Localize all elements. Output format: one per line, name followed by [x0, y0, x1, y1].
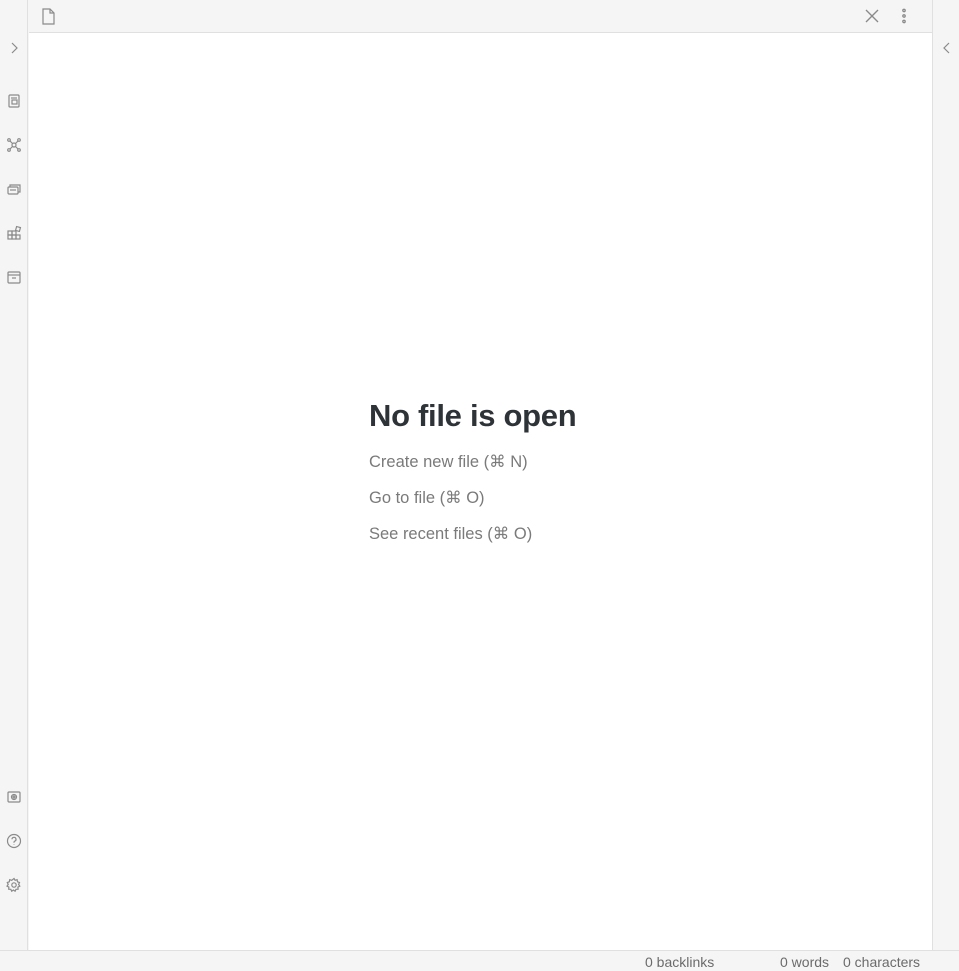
go-to-file-link[interactable]: Go to file (⌘ O) — [369, 480, 576, 516]
word-count: 0 words — [780, 954, 830, 970]
file-icon — [39, 6, 57, 26]
left-ribbon — [0, 0, 28, 950]
right-sidebar-strip — [932, 0, 959, 950]
backlinks-count[interactable]: 0 backlinks — [645, 954, 714, 970]
expand-right-sidebar-icon[interactable] — [938, 38, 956, 58]
kanban-icon[interactable] — [4, 223, 24, 243]
expand-sidebar-icon[interactable] — [4, 38, 24, 58]
settings-icon[interactable] — [4, 875, 24, 895]
pane-header — [29, 0, 932, 33]
close-icon[interactable] — [862, 6, 882, 26]
calendar-icon[interactable] — [4, 267, 24, 287]
switcher-icon[interactable] — [4, 91, 24, 111]
more-options-icon[interactable] — [895, 6, 913, 26]
character-count: 0 characters — [843, 954, 921, 970]
slides-icon[interactable] — [4, 179, 24, 199]
see-recent-files-link[interactable]: See recent files (⌘ O) — [369, 516, 576, 552]
vault-icon[interactable] — [4, 787, 24, 807]
create-new-file-link[interactable]: Create new file (⌘ N) — [369, 444, 576, 480]
empty-state: No file is open Create new file (⌘ N) Go… — [369, 398, 577, 552]
editor-pane: No file is open Create new file (⌘ N) Go… — [29, 0, 932, 950]
help-icon[interactable] — [4, 831, 24, 851]
empty-state-title: No file is open — [369, 398, 577, 433]
graph-view-icon[interactable] — [4, 135, 24, 155]
status-bar: 0 backlinks 0 words 0 characters — [0, 950, 959, 971]
app-window: No file is open Create new file (⌘ N) Go… — [0, 0, 959, 971]
